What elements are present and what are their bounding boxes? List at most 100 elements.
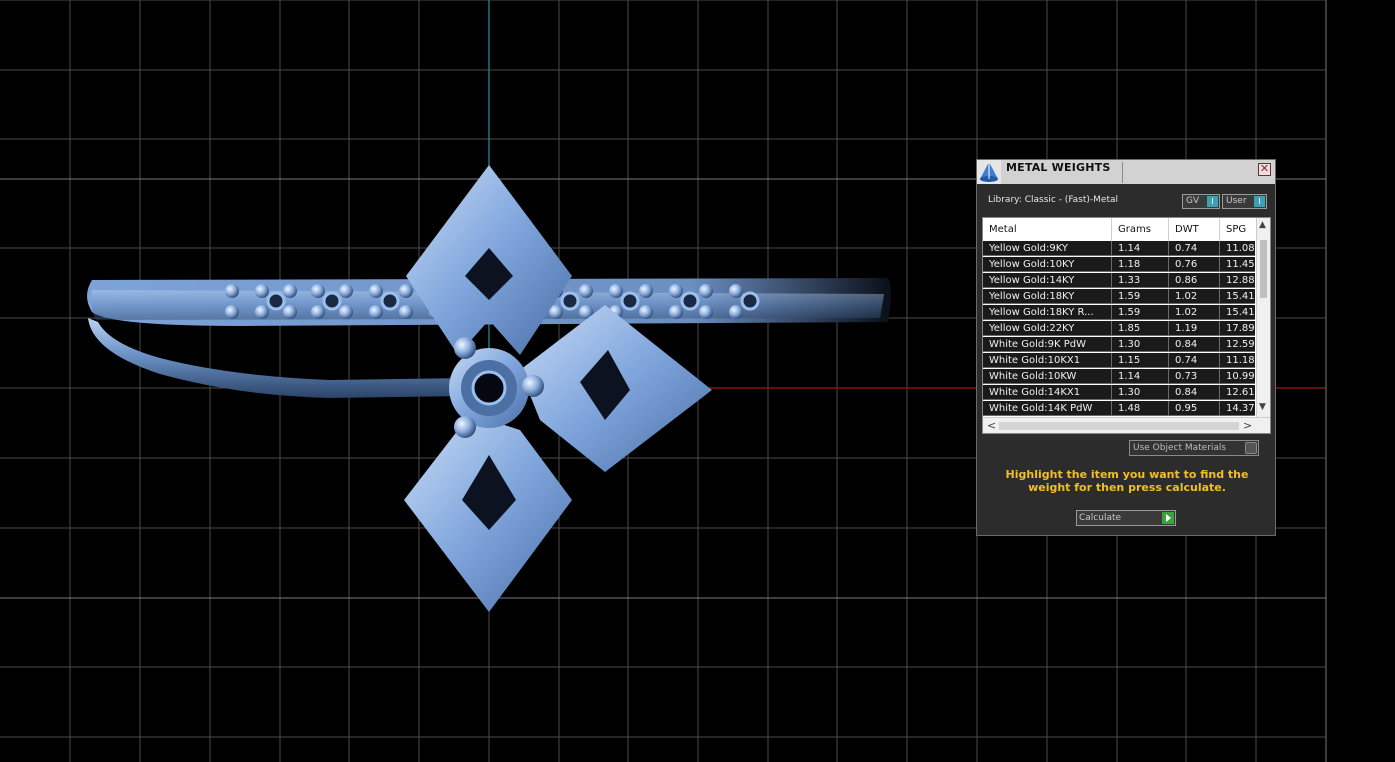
accent-stone — [399, 284, 413, 298]
accent-stone — [699, 284, 713, 298]
table-cell: Yellow Gold:14KY — [983, 273, 1112, 288]
table-row[interactable]: White Gold:14K PdW 1.48 0.95 14.37 — [983, 401, 1255, 417]
table-cell: 0.76 — [1169, 257, 1220, 272]
table-header: Metal Grams DWT SPG — [983, 218, 1255, 242]
scroll-left-icon[interactable]: < — [987, 419, 996, 432]
bezel-setting — [740, 291, 760, 311]
table-cell: 1.02 — [1169, 289, 1220, 304]
table-cell: Yellow Gold:18KY R... — [983, 305, 1112, 320]
table-cell: White Gold:10KX1 — [983, 353, 1112, 368]
accent-stone — [579, 284, 593, 298]
calculate-button[interactable]: Calculate — [1076, 510, 1176, 526]
column-header-spg[interactable]: SPG — [1220, 218, 1255, 241]
table-row[interactable]: White Gold:14KX1 1.30 0.84 12.61 — [983, 385, 1255, 401]
table-cell: Yellow Gold:9KY — [983, 241, 1112, 256]
toggle-switch-icon: I — [1207, 196, 1218, 207]
table-cell: 12.59 — [1220, 337, 1255, 352]
table-cell: Yellow Gold:18KY — [983, 289, 1112, 304]
table-cell: 17.89 — [1220, 321, 1255, 336]
table-cell: 11.45 — [1220, 257, 1255, 272]
bezel-setting — [560, 291, 580, 311]
table-cell: 0.74 — [1169, 353, 1220, 368]
table-row[interactable]: Yellow Gold:22KY 1.85 1.19 17.89 — [983, 321, 1255, 337]
close-button[interactable]: ✕ — [1258, 163, 1271, 176]
accent-stone — [369, 284, 383, 298]
table-cell: 0.74 — [1169, 241, 1220, 256]
accent-stone — [311, 305, 325, 319]
table-cell: 1.59 — [1112, 305, 1169, 320]
metal-weights-panel: METAL WEIGHTS ✕ Library: Classic - (Fast… — [976, 159, 1276, 536]
table-cell: 0.95 — [1169, 401, 1220, 416]
bezel-setting — [680, 291, 700, 311]
table-cell: 1.33 — [1112, 273, 1169, 288]
panel-title: METAL WEIGHTS — [1006, 161, 1111, 174]
user-toggle-label: User — [1226, 196, 1247, 206]
user-toggle[interactable]: User I — [1222, 194, 1267, 209]
table-cell: 15.41 — [1220, 289, 1255, 304]
table-row[interactable]: Yellow Gold:18KY 1.59 1.02 15.41 — [983, 289, 1255, 305]
table-cell: 1.48 — [1112, 401, 1169, 416]
scroll-right-icon[interactable]: > — [1243, 419, 1252, 432]
ring-band-lower — [88, 318, 470, 398]
table-row[interactable]: White Gold:10KX1 1.15 0.74 11.18 — [983, 353, 1255, 369]
accent-stone — [729, 305, 743, 319]
accent-stone — [339, 305, 353, 319]
table-row[interactable]: Yellow Gold:10KY 1.18 0.76 11.45 — [983, 257, 1255, 273]
table-cell: 12.88 — [1220, 273, 1255, 288]
radio-icon — [1245, 442, 1257, 454]
prong-ball — [454, 416, 476, 438]
table-row[interactable]: White Gold:10KW 1.14 0.73 10.99 — [983, 369, 1255, 385]
title-separator — [1122, 162, 1123, 183]
table-cell: 1.14 — [1112, 369, 1169, 384]
prong-ball — [454, 337, 476, 359]
accent-stone — [255, 305, 269, 319]
gv-toggle[interactable]: GV I — [1182, 194, 1220, 209]
play-arrow-icon — [1162, 512, 1174, 524]
table-cell: 1.02 — [1169, 305, 1220, 320]
calculate-label: Calculate — [1079, 513, 1122, 523]
table-cell: White Gold:14K PdW — [983, 401, 1112, 416]
accent-stone — [669, 284, 683, 298]
toggle-switch-icon: I — [1254, 196, 1265, 207]
table-row[interactable]: Yellow Gold:18KY R... 1.59 1.02 15.41 — [983, 305, 1255, 321]
accent-stone — [225, 305, 239, 319]
table-cell: 11.18 — [1220, 353, 1255, 368]
metal-weights-table[interactable]: Metal Grams DWT SPG Yellow Gold:9KY 1.14 0… — [982, 217, 1271, 434]
table-body: Yellow Gold:9KY 1.14 0.74 11.08 Yellow Gold:… — [983, 241, 1255, 417]
table-row[interactable]: White Gold:9K PdW 1.30 0.84 12.59 — [983, 337, 1255, 353]
column-header-grams[interactable]: Grams — [1112, 218, 1169, 241]
accent-stone — [283, 284, 297, 298]
use-object-materials-toggle[interactable]: Use Object Materials — [1129, 440, 1259, 456]
column-header-dwt[interactable]: DWT — [1169, 218, 1220, 241]
table-cell: 1.15 — [1112, 353, 1169, 368]
accent-stone — [283, 305, 297, 319]
table-cell: 15.41 — [1220, 305, 1255, 320]
scroll-up-icon[interactable]: ▲ — [1259, 220, 1266, 230]
horizontal-scrollbar[interactable]: < > — [983, 417, 1270, 433]
panel-titlebar[interactable]: METAL WEIGHTS ✕ — [977, 160, 1275, 184]
table-row[interactable]: Yellow Gold:9KY 1.14 0.74 11.08 — [983, 241, 1255, 257]
scroll-down-icon[interactable]: ▼ — [1259, 402, 1266, 412]
table-cell: 1.30 — [1112, 385, 1169, 400]
table-cell: 11.08 — [1220, 241, 1255, 256]
table-cell: 10.99 — [1220, 369, 1255, 384]
table-cell: 0.84 — [1169, 385, 1220, 400]
table-row[interactable]: Yellow Gold:14KY 1.33 0.86 12.88 — [983, 273, 1255, 289]
accent-stone — [311, 284, 325, 298]
bezel-setting — [620, 291, 640, 311]
table-cell: 0.73 — [1169, 369, 1220, 384]
table-cell: 0.84 — [1169, 337, 1220, 352]
table-cell: 1.14 — [1112, 241, 1169, 256]
metal-weights-icon — [977, 160, 1001, 184]
table-cell: Yellow Gold:10KY — [983, 257, 1112, 272]
column-header-metal[interactable]: Metal — [983, 218, 1112, 241]
horizontal-scroll-thumb[interactable] — [999, 422, 1239, 430]
accent-stone — [639, 284, 653, 298]
table-cell: Yellow Gold:22KY — [983, 321, 1112, 336]
accent-stone — [399, 305, 413, 319]
use-object-materials-label: Use Object Materials — [1133, 443, 1227, 453]
center-hole — [471, 370, 507, 406]
vertical-scroll-thumb[interactable] — [1260, 240, 1267, 298]
vertical-scrollbar[interactable]: ▲ ▼ — [1256, 218, 1270, 417]
gv-toggle-label: GV — [1186, 196, 1200, 206]
